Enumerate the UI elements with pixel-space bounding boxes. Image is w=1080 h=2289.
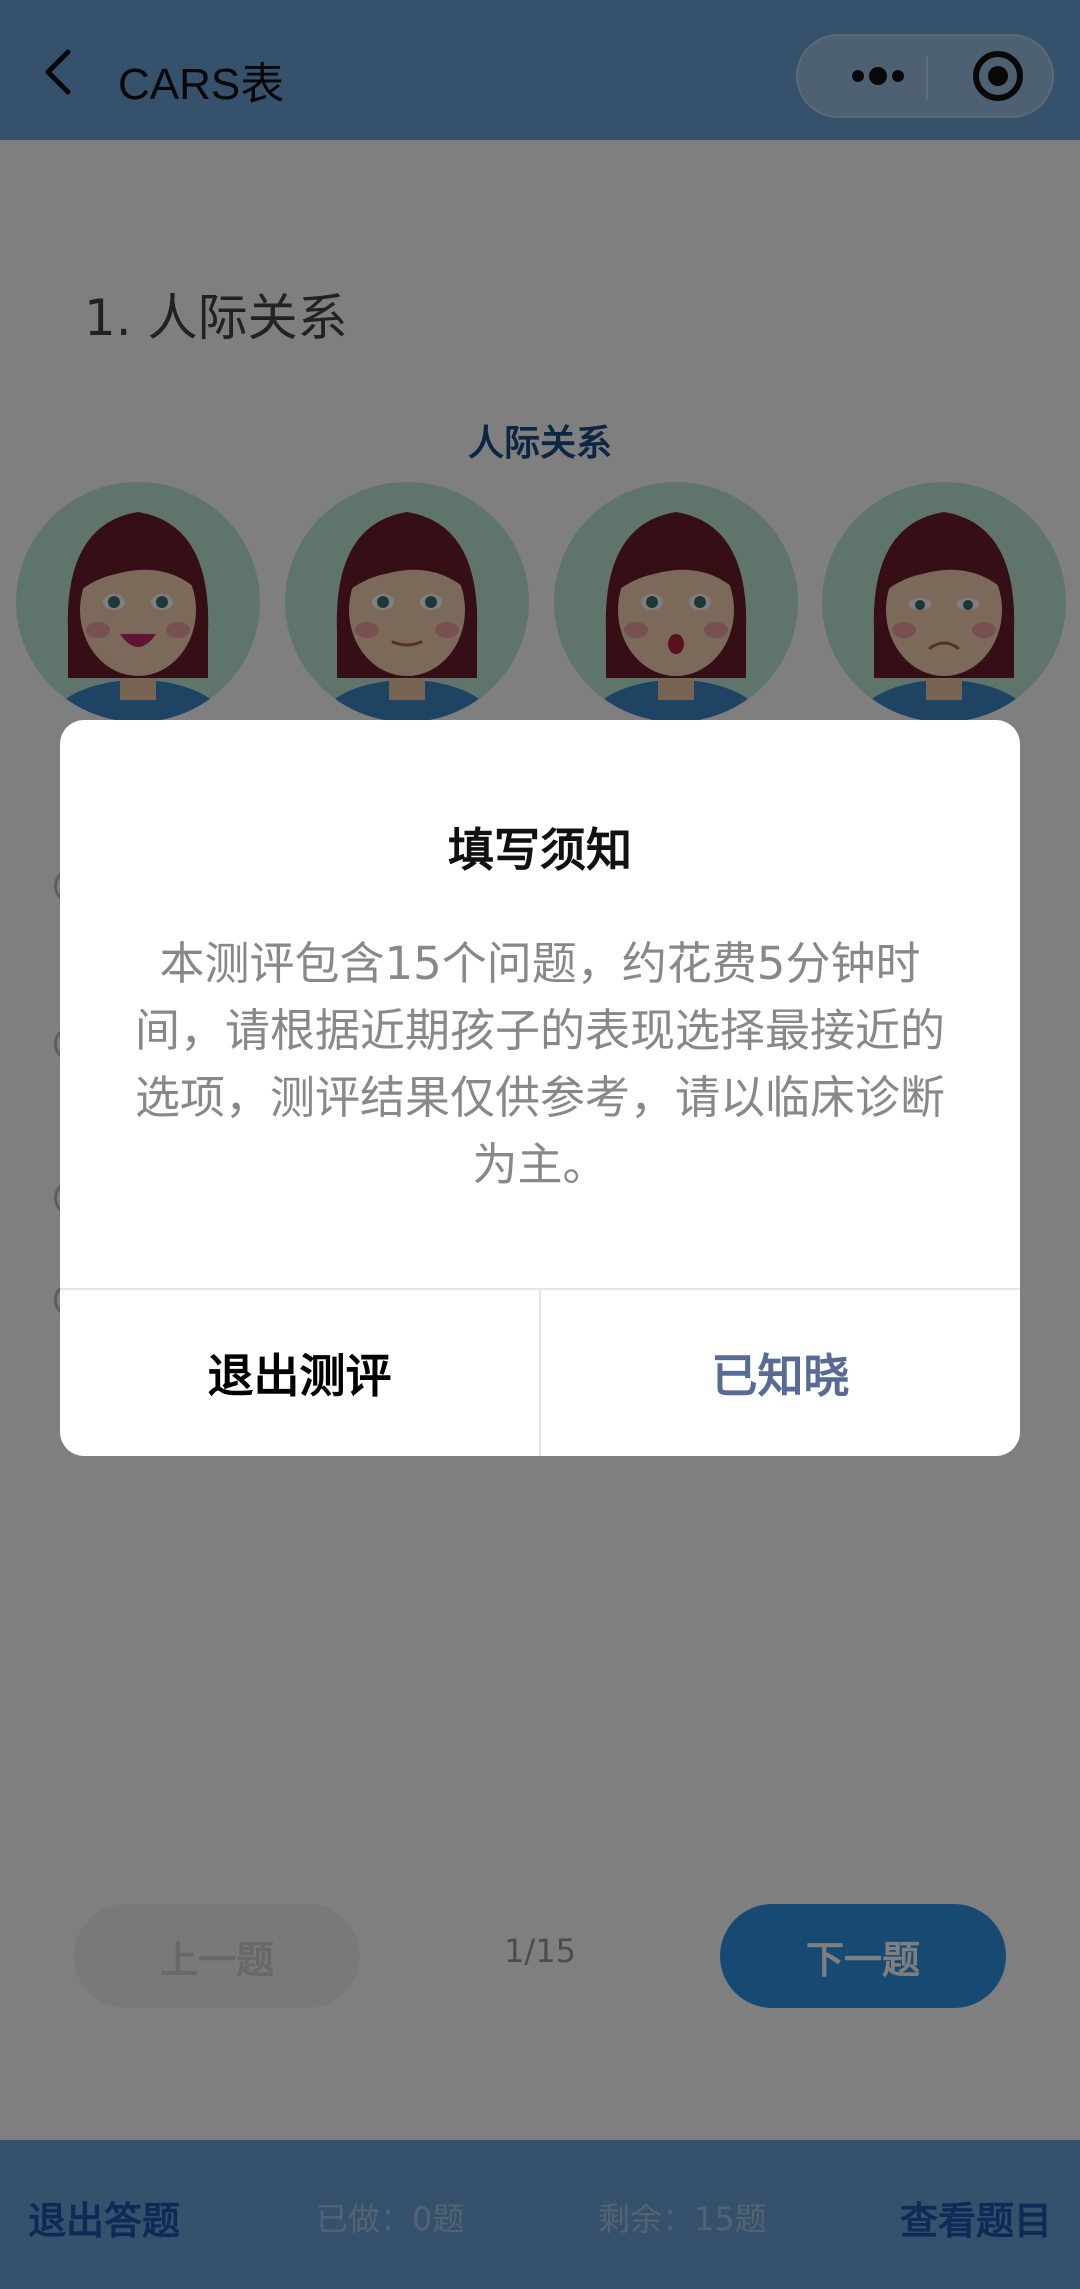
modal-body: 本测评包含15个问题，约花费5分钟时间，请根据近期孩子的表现选择最接近的选项，测… — [134, 937, 945, 1191]
exit-assessment-button[interactable]: 退出测评 — [60, 1290, 539, 1456]
page: CARS表 1. 人际关系 人际关系 — [0, 0, 1080, 2289]
modal-title: 填写须知 — [448, 823, 632, 877]
notice-modal: 填写须知 本测评包含15个问题，约花费5分钟时间，请根据近期孩子的表现选择最接近… — [60, 720, 1020, 1456]
acknowledge-button[interactable]: 已知晓 — [541, 1290, 1020, 1456]
